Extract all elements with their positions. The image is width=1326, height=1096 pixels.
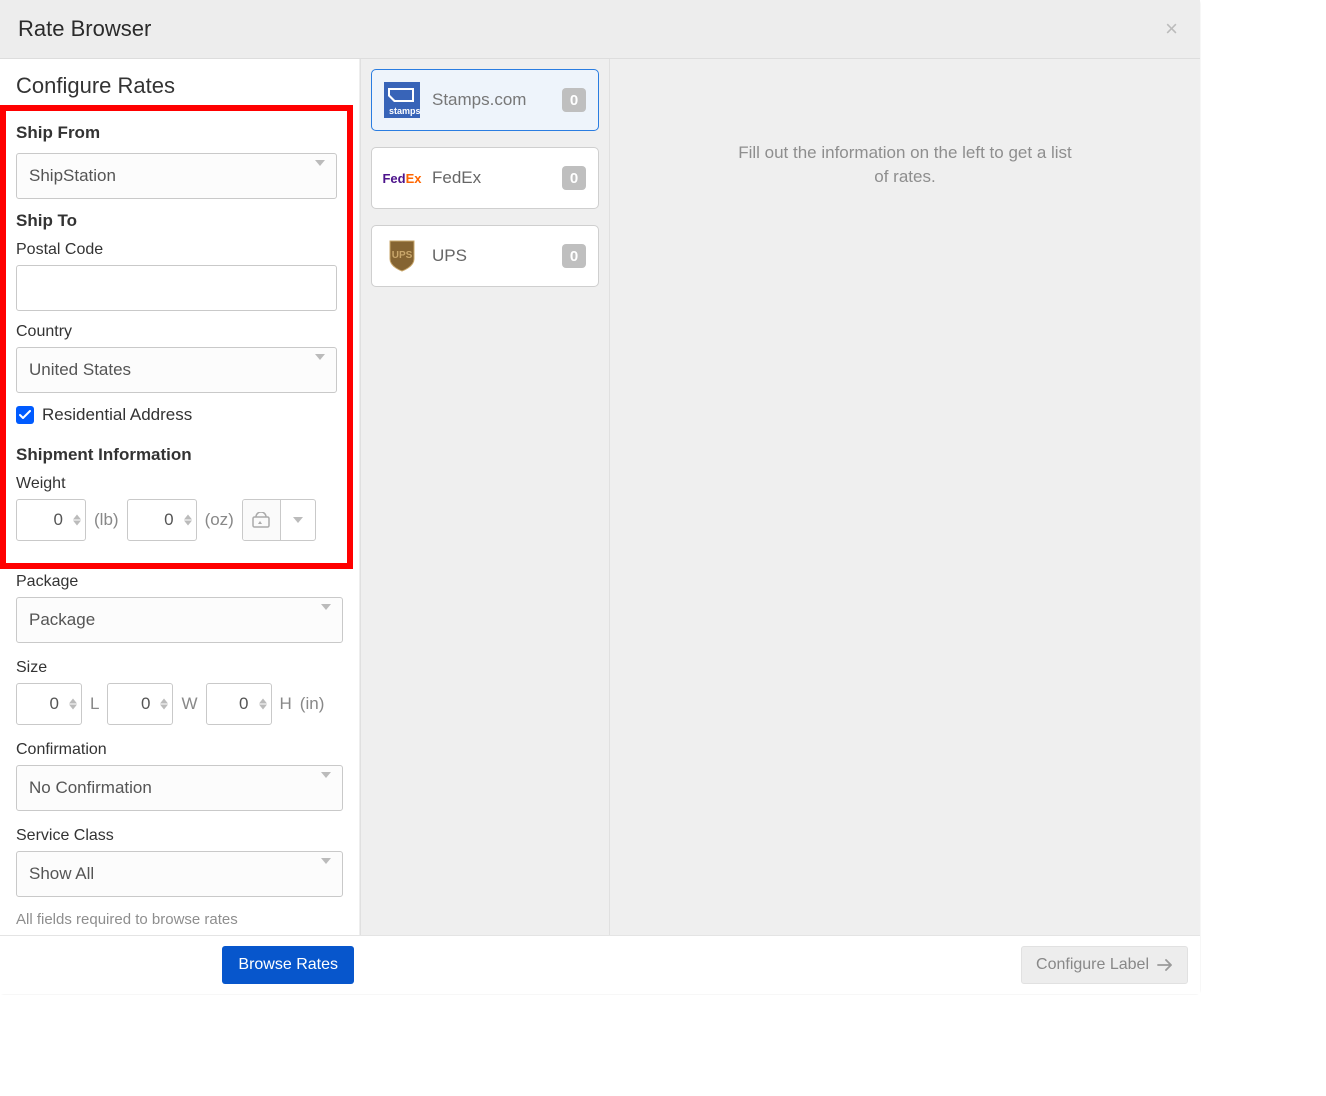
size-unit: (in) [300,694,325,714]
svg-text:UPS: UPS [392,250,413,261]
modal-footer: Browse Rates Configure Label [0,935,1200,994]
carrier-count-badge: 0 [562,244,586,268]
chevron-down-icon [321,772,331,797]
stepper-up-icon[interactable] [160,699,168,704]
configure-title: Configure Rates [16,73,343,99]
chevron-down-icon [293,517,303,523]
stepper-down-icon[interactable] [259,705,267,710]
highlighted-section: Ship From ShipStation Ship To Postal Cod… [0,105,353,569]
modal-header: Rate Browser × [0,0,1200,59]
stepper-down-icon[interactable] [69,705,77,710]
scale-button-group [242,499,316,541]
size-w-label: W [181,694,197,714]
stepper-down-icon[interactable] [73,521,81,526]
confirmation-value: No Confirmation [29,778,152,798]
residential-label: Residential Address [42,405,192,425]
carrier-name: Stamps.com [432,90,550,110]
stepper-up-icon[interactable] [73,515,81,520]
service-class-value: Show All [29,864,94,884]
size-h-label: H [280,694,292,714]
carrier-card-ups[interactable]: UPS UPS 0 [371,225,599,287]
scale-icon [252,512,270,528]
size-l-value: 0 [50,694,59,714]
weight-oz-input[interactable]: 0 [127,499,197,541]
carrier-name: FedEx [432,168,550,188]
chevron-down-icon [321,604,331,629]
weight-oz-value: 0 [164,510,173,530]
ship-from-label: Ship From [16,123,337,143]
shipment-info-label: Shipment Information [16,445,337,465]
package-select[interactable]: Package [16,597,343,643]
fedex-logo-icon: FedEx [384,160,420,196]
weight-lb-input[interactable]: 0 [16,499,86,541]
size-w-value: 0 [141,694,150,714]
package-label: Package [16,573,343,591]
chevron-down-icon [315,354,325,379]
stepper-up-icon[interactable] [184,515,192,520]
size-l-label: L [90,694,99,714]
postal-code-label: Postal Code [16,241,337,259]
rates-panel: Fill out the information on the left to … [610,59,1200,935]
weight-label: Weight [16,475,337,493]
ups-logo-icon: UPS [384,238,420,274]
stamps-logo-icon: stamps [384,82,420,118]
country-value: United States [29,360,131,380]
rate-browser-modal: Rate Browser × Configure Rates Ship From… [0,0,1200,994]
carrier-card-fedex[interactable]: FedEx FedEx 0 [371,147,599,209]
postal-code-input[interactable] [16,265,337,311]
close-icon[interactable]: × [1161,18,1182,40]
required-note: All fields required to browse rates [16,911,343,928]
ship-to-label: Ship To [16,211,337,231]
svg-text:stamps: stamps [389,106,420,116]
configure-label-text: Configure Label [1036,956,1149,974]
stepper-down-icon[interactable] [160,705,168,710]
size-label: Size [16,659,343,677]
configure-label-button[interactable]: Configure Label [1021,946,1188,984]
arrow-right-icon [1157,959,1173,971]
configure-panel: Configure Rates Ship From ShipStation Sh… [0,59,360,935]
size-h-input[interactable]: 0 [206,683,272,725]
carrier-count-badge: 0 [562,88,586,112]
residential-checkbox[interactable] [16,406,34,424]
carrier-count-badge: 0 [562,166,586,190]
size-w-input[interactable]: 0 [107,683,173,725]
chevron-down-icon [315,160,325,185]
stepper-down-icon[interactable] [184,521,192,526]
chevron-down-icon [321,858,331,883]
carrier-name: UPS [432,246,550,266]
confirmation-select[interactable]: No Confirmation [16,765,343,811]
empty-hint: Fill out the information on the left to … [735,141,1075,911]
carrier-card-stamps[interactable]: stamps Stamps.com 0 [371,69,599,131]
browse-rates-button[interactable]: Browse Rates [222,946,354,984]
package-value: Package [29,610,95,630]
unit-lb: (lb) [94,510,119,530]
scale-dropdown[interactable] [281,500,315,540]
modal-title: Rate Browser [18,16,151,42]
scale-button[interactable] [243,500,281,540]
country-label: Country [16,323,337,341]
ship-from-value: ShipStation [29,166,116,186]
size-l-input[interactable]: 0 [16,683,82,725]
carrier-list: stamps Stamps.com 0 FedEx FedEx 0 UPS [360,59,610,935]
confirmation-label: Confirmation [16,741,343,759]
size-h-value: 0 [239,694,248,714]
weight-lb-value: 0 [54,510,63,530]
ship-from-select[interactable]: ShipStation [16,153,337,199]
unit-oz: (oz) [205,510,234,530]
stepper-up-icon[interactable] [69,699,77,704]
service-class-label: Service Class [16,827,343,845]
stepper-up-icon[interactable] [259,699,267,704]
country-select[interactable]: United States [16,347,337,393]
service-class-select[interactable]: Show All [16,851,343,897]
